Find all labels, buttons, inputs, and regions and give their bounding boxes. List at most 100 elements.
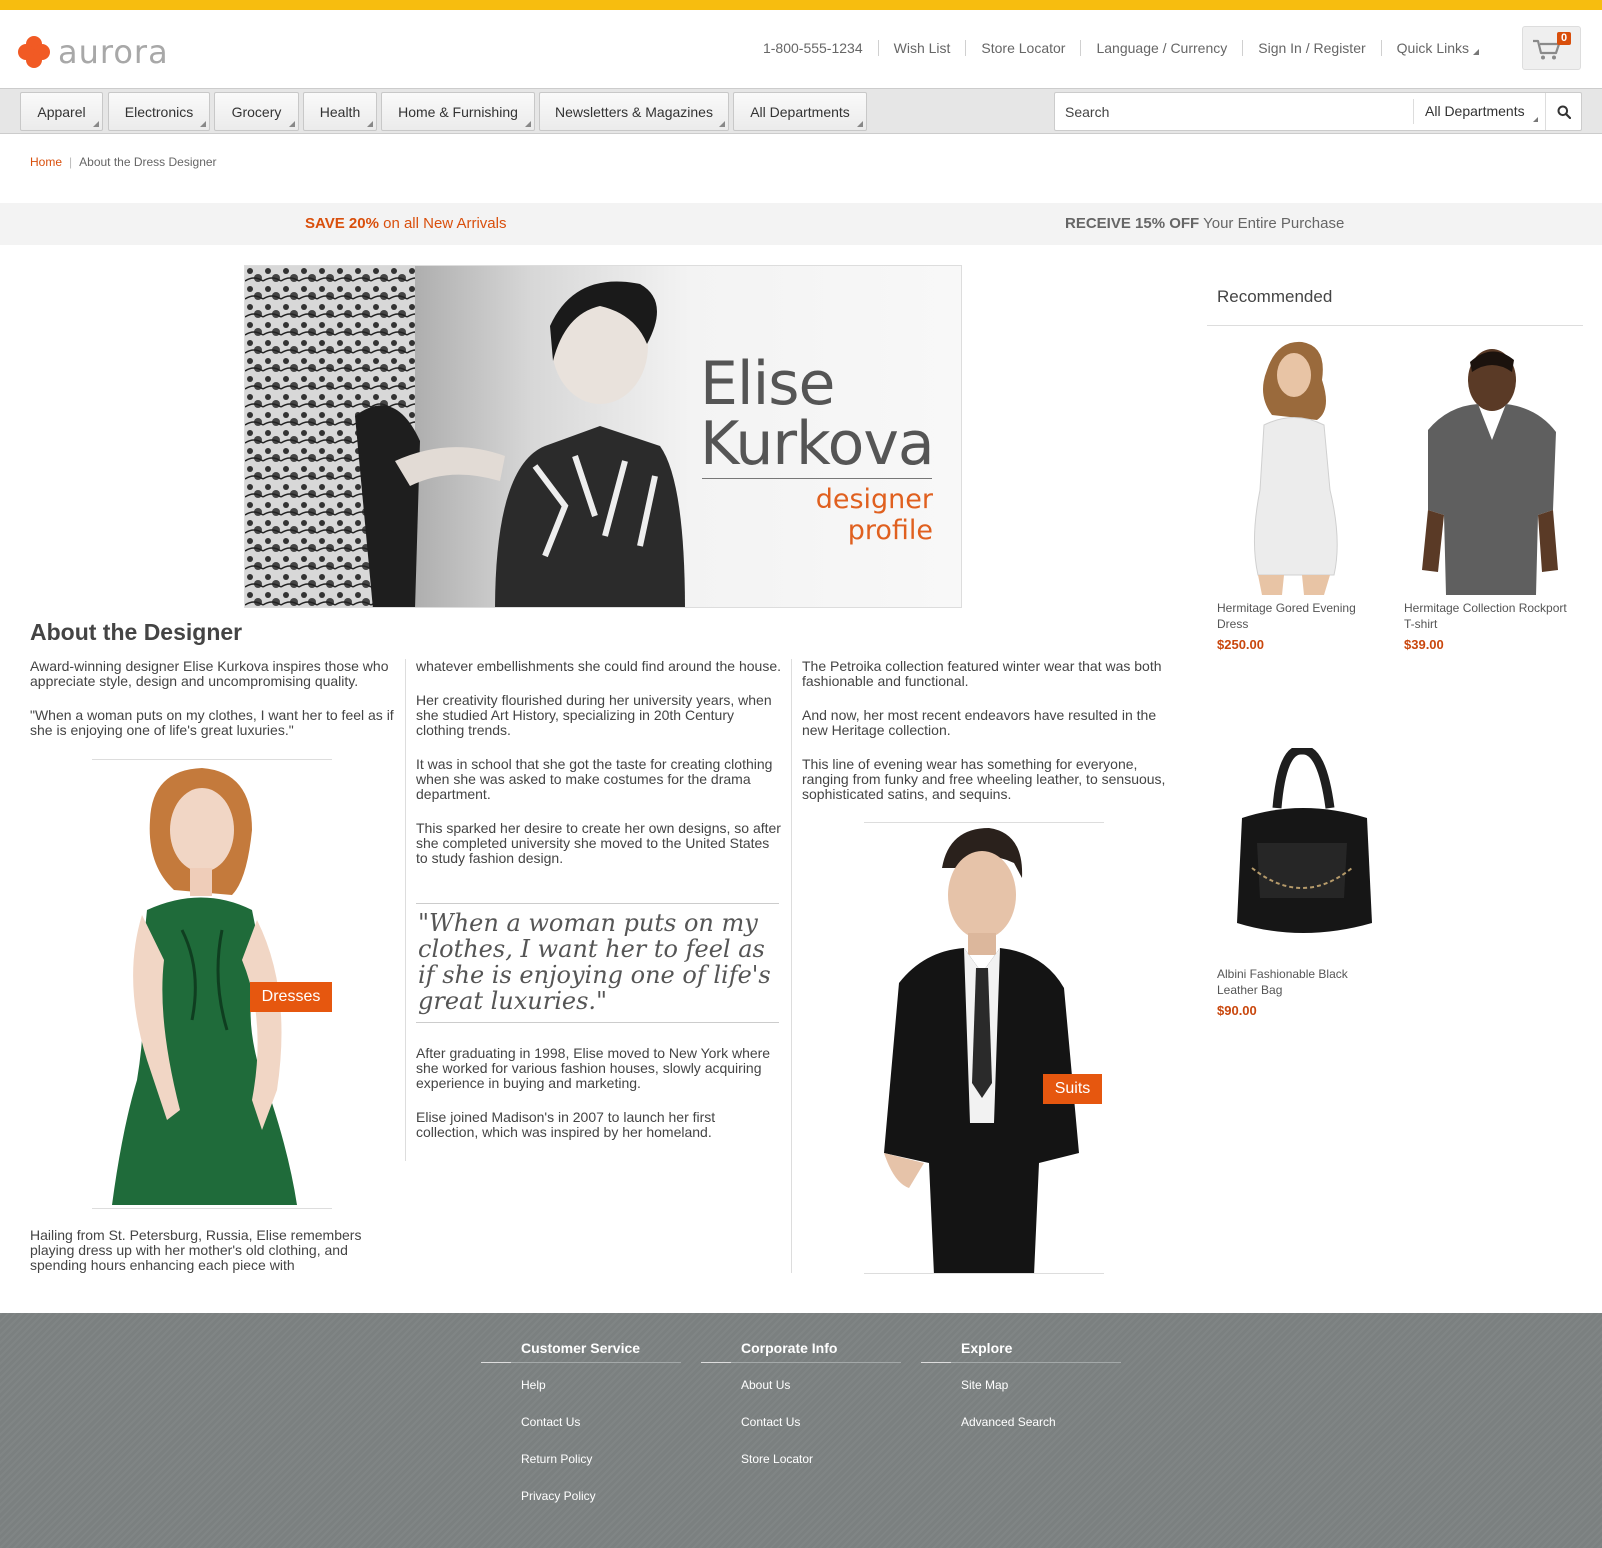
product-image[interactable] bbox=[1222, 340, 1362, 595]
footer-link-site-map[interactable]: Site Map bbox=[961, 1378, 1121, 1415]
tshirt-photo bbox=[1408, 340, 1568, 595]
footer-link-contact-us[interactable]: Contact Us bbox=[741, 1415, 901, 1452]
breadcrumb-home[interactable]: Home bbox=[30, 155, 62, 169]
store-locator-link[interactable]: Store Locator bbox=[965, 40, 1080, 56]
logo-text: aurora bbox=[58, 33, 169, 71]
nav-label: Home & Furnishing bbox=[398, 103, 518, 120]
search-department-select[interactable]: All Departments bbox=[1413, 99, 1543, 124]
nav-label: Electronics bbox=[124, 103, 194, 120]
utility-links: 1-800-555-1234 Wish List Store Locator L… bbox=[748, 40, 1494, 56]
about-column-3: The Petroika collection featured winter … bbox=[802, 659, 1177, 821]
promo-new-arrivals[interactable]: SAVE 20% on all New Arrivals bbox=[305, 215, 506, 232]
hero-first-name: Elise bbox=[700, 349, 835, 419]
promo-right-bold: RECEIVE 15% OFF bbox=[1065, 215, 1200, 232]
dropdown-corner-icon bbox=[719, 121, 725, 127]
paragraph: whatever embellishments she could find a… bbox=[416, 658, 781, 674]
hero-subtitle-line1: designer bbox=[815, 484, 933, 515]
product-price: $90.00 bbox=[1217, 1003, 1257, 1018]
paragraph: Elise joined Madison's in 2007 to launch… bbox=[416, 1109, 716, 1140]
dropdown-corner-icon bbox=[525, 121, 531, 127]
about-column-2: whatever embellishments she could find a… bbox=[416, 659, 781, 885]
cart-count-badge: 0 bbox=[1557, 32, 1572, 45]
nav-grocery[interactable]: Grocery bbox=[214, 92, 299, 131]
nav-newsletters-magazines[interactable]: Newsletters & Magazines bbox=[539, 92, 729, 131]
footer-link-privacy-policy[interactable]: Privacy Policy bbox=[521, 1489, 681, 1526]
sign-in-register-link[interactable]: Sign In / Register bbox=[1242, 40, 1380, 56]
footer-link-return-policy[interactable]: Return Policy bbox=[521, 1452, 681, 1489]
suits-badge[interactable]: Suits bbox=[1043, 1074, 1102, 1104]
column-divider bbox=[791, 659, 792, 1273]
promo-left-bold: SAVE 20% bbox=[305, 215, 379, 232]
hero-subtitle-line2: profile bbox=[847, 515, 933, 546]
paragraph: This sparked her desire to create her ow… bbox=[416, 820, 781, 866]
hero-designer-name: Elise Kurkova bbox=[700, 349, 935, 474]
nav-home-furnishing[interactable]: Home & Furnishing bbox=[381, 92, 535, 131]
search-department-value: All Departments bbox=[1425, 103, 1525, 119]
dropdown-corner-icon bbox=[200, 121, 206, 127]
footer-link-about-us[interactable]: About Us bbox=[741, 1378, 901, 1415]
cart-button[interactable]: 0 bbox=[1522, 26, 1581, 70]
nav-label: Grocery bbox=[231, 103, 282, 120]
footer-heading: Corporate Info bbox=[701, 1340, 901, 1363]
nav-label: Apparel bbox=[37, 103, 86, 120]
nav-apparel[interactable]: Apparel bbox=[20, 92, 103, 131]
page-title: About the Designer bbox=[30, 619, 243, 645]
footer-link-contact-us[interactable]: Contact Us bbox=[521, 1415, 681, 1452]
site-header: aurora 1-800-555-1234 Wish List Store Lo… bbox=[0, 10, 1602, 88]
dropdown-corner-icon bbox=[1473, 49, 1479, 55]
nav-all-departments[interactable]: All Departments bbox=[733, 92, 867, 131]
recommended-divider bbox=[1207, 325, 1583, 326]
paragraph: Hailing from St. Petersburg, Russia, Eli… bbox=[30, 1227, 362, 1273]
paragraph: "When a woman puts on my clothes, I want… bbox=[30, 707, 394, 738]
suits-feature-image[interactable]: Suits bbox=[864, 822, 1104, 1274]
footer-explore: Explore Site Map Advanced Search bbox=[921, 1340, 1121, 1452]
product-name[interactable]: Albini Fashionable Black Leather Bag bbox=[1217, 966, 1387, 998]
search-button[interactable] bbox=[1545, 93, 1582, 130]
product-image[interactable] bbox=[1408, 340, 1568, 595]
nav-electronics[interactable]: Electronics bbox=[108, 92, 210, 131]
phone-number[interactable]: 1-800-555-1234 bbox=[748, 40, 878, 56]
footer-customer-service: Customer Service Help Contact Us Return … bbox=[481, 1340, 681, 1526]
footer-corporate-info: Corporate Info About Us Contact Us Store… bbox=[701, 1340, 901, 1489]
logo[interactable]: aurora bbox=[18, 32, 169, 72]
quick-links-menu[interactable]: Quick Links bbox=[1380, 40, 1494, 56]
paragraph: Her creativity flourished during her uni… bbox=[416, 692, 772, 738]
nav-label: Newsletters & Magazines bbox=[555, 103, 713, 120]
product-name[interactable]: Hermitage Collection Rockport T-shirt bbox=[1404, 600, 1574, 632]
paragraph: The Petroika collection featured winter … bbox=[802, 658, 1162, 689]
logo-flower-icon bbox=[18, 36, 50, 68]
product-name[interactable]: Hermitage Gored Evening Dress bbox=[1217, 600, 1387, 632]
footer-link-store-locator[interactable]: Store Locator bbox=[741, 1452, 901, 1489]
pull-quote: "When a woman puts on my clothes, I want… bbox=[416, 903, 779, 1023]
search-icon bbox=[1557, 105, 1571, 119]
product-image[interactable] bbox=[1222, 748, 1382, 948]
footer-link-advanced-search[interactable]: Advanced Search bbox=[961, 1415, 1121, 1452]
breadcrumb-current: About the Dress Designer bbox=[79, 155, 217, 169]
recommended-title: Recommended bbox=[1217, 287, 1333, 306]
wish-list-link[interactable]: Wish List bbox=[877, 40, 966, 56]
paragraph: And now, her most recent endeavors have … bbox=[802, 707, 1157, 738]
search-input[interactable] bbox=[1055, 93, 1413, 130]
dropdown-corner-icon bbox=[367, 121, 373, 127]
promo-right-text: Your Entire Purchase bbox=[1199, 215, 1345, 232]
evening-dress-photo bbox=[1222, 340, 1362, 595]
about-column-1-continued: Hailing from St. Petersburg, Russia, Eli… bbox=[30, 1228, 380, 1292]
promo-entire-purchase[interactable]: RECEIVE 15% OFF Your Entire Purchase bbox=[1065, 215, 1344, 232]
nav-health[interactable]: Health bbox=[303, 92, 377, 131]
nav-label: All Departments bbox=[750, 103, 850, 120]
product-price: $39.00 bbox=[1404, 637, 1444, 652]
site-footer: Customer Service Help Contact Us Return … bbox=[0, 1313, 1602, 1548]
footer-link-help[interactable]: Help bbox=[521, 1378, 681, 1415]
breadcrumb-separator: | bbox=[69, 155, 73, 169]
column-divider bbox=[405, 659, 406, 1161]
paragraph: Award-winning designer Elise Kurkova ins… bbox=[30, 658, 389, 689]
dresses-feature-image[interactable]: Dresses bbox=[92, 759, 332, 1209]
recommended-product[interactable]: Hermitage Collection Rockport T-shirt $3… bbox=[1404, 600, 1574, 652]
language-currency-link[interactable]: Language / Currency bbox=[1080, 40, 1242, 56]
recommended-product[interactable]: Albini Fashionable Black Leather Bag $90… bbox=[1217, 966, 1387, 1018]
recommended-product[interactable]: Hermitage Gored Evening Dress $250.00 bbox=[1217, 600, 1387, 652]
department-nav: Apparel Electronics Grocery Health Home … bbox=[0, 88, 1602, 134]
product-price: $250.00 bbox=[1217, 637, 1264, 652]
paragraph: It was in school that she got the taste … bbox=[416, 756, 773, 802]
dresses-badge[interactable]: Dresses bbox=[250, 982, 332, 1012]
